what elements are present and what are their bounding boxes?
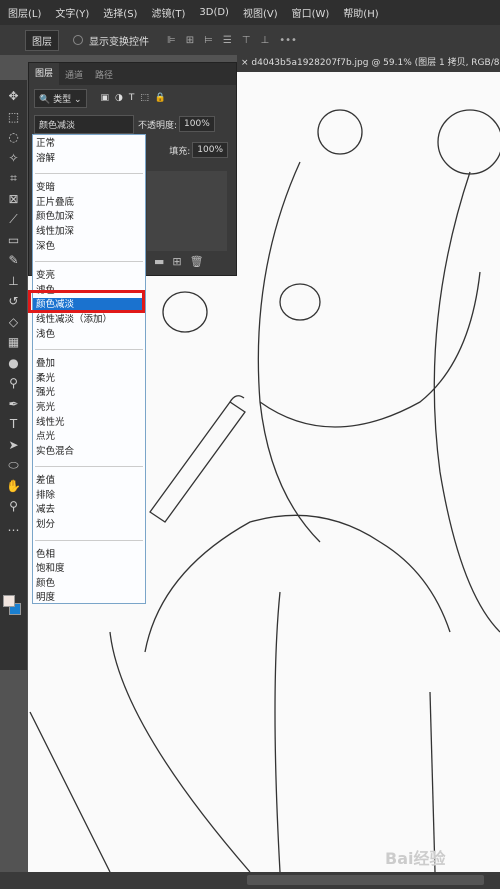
document-title: d4043b5a1928207f7b.jpg @ 59.1% (图层 1 拷贝,… bbox=[251, 58, 500, 68]
align-right-icon[interactable]: ⊨ bbox=[204, 35, 213, 46]
options-bar: 图层 显示变换控件 ⊫ ⊞ ⊨ ☰ ⊤ ⊥ ••• bbox=[0, 25, 500, 55]
blend-mode-dropdown[interactable]: 颜色减淡 bbox=[34, 114, 134, 134]
tools-panel: ✥ ⬚ ◌ ✧ ⌗ ⊠ ⟋ ▭ ✎ ⊥ ↺ ◇ ▦ ● ⚲ ✒ T ➤ ⬭ ✋ ⚲… bbox=[0, 80, 27, 670]
auto-select-dropdown[interactable]: 图层 bbox=[25, 29, 59, 51]
blend-mode-option[interactable]: 变暗 bbox=[33, 181, 145, 196]
blend-mode-option[interactable]: 亮光 bbox=[33, 401, 145, 416]
menu-item[interactable]: 窗口(W) bbox=[292, 5, 330, 20]
shape-tool-icon[interactable]: ⬭ bbox=[8, 455, 18, 476]
blend-mode-option[interactable]: 颜色加深 bbox=[33, 210, 145, 225]
filter-kind-value: 类型 bbox=[53, 94, 72, 105]
menu-item[interactable]: 3D(D) bbox=[199, 7, 229, 18]
document-tab[interactable]: × d4043b5a1928207f7b.jpg @ 59.1% (图层 1 拷… bbox=[237, 55, 500, 72]
menu-item[interactable]: 图层(L) bbox=[8, 5, 41, 20]
blend-mode-option[interactable]: 浅色 bbox=[33, 328, 145, 343]
blend-mode-option[interactable]: 划分 bbox=[33, 518, 145, 533]
foreground-color-swatch[interactable] bbox=[3, 595, 15, 607]
stamp-tool-icon[interactable]: ⊥ bbox=[8, 271, 18, 292]
blend-mode-option[interactable]: 线性加深 bbox=[33, 225, 145, 240]
menu-item[interactable]: 滤镜(T) bbox=[151, 5, 185, 20]
blend-mode-option[interactable]: 点光 bbox=[33, 430, 145, 445]
tab-paths[interactable]: 路径 bbox=[89, 68, 119, 81]
menu-item[interactable]: 视图(V) bbox=[243, 5, 278, 20]
opacity-input[interactable]: 100% bbox=[179, 116, 215, 132]
pen-tool-icon[interactable]: ✒ bbox=[8, 394, 18, 415]
blend-mode-option[interactable]: 排除 bbox=[33, 489, 145, 504]
menu-separator bbox=[35, 466, 143, 468]
blend-mode-option[interactable]: 强光 bbox=[33, 386, 145, 401]
blend-mode-option[interactable]: 颜色 bbox=[33, 577, 145, 592]
blend-mode-option[interactable]: 叠加 bbox=[33, 357, 145, 372]
blend-mode-option[interactable]: 柔光 bbox=[33, 372, 145, 387]
menu-bar: 图层(L) 文字(Y) 选择(S) 滤镜(T) 3D(D) 视图(V) 窗口(W) 帮助(H) bbox=[0, 0, 500, 25]
new-layer-icon[interactable]: ⊞ bbox=[172, 255, 189, 268]
eraser-tool-icon[interactable]: ◇ bbox=[9, 312, 18, 333]
blur-tool-icon[interactable]: ● bbox=[8, 353, 18, 374]
menu-separator bbox=[35, 539, 143, 541]
blend-mode-option[interactable]: 深色 bbox=[33, 240, 145, 255]
folder-icon[interactable]: ▬ bbox=[154, 255, 172, 268]
dodge-tool-icon[interactable]: ⚲ bbox=[9, 373, 18, 394]
fill-input[interactable]: 100% bbox=[192, 142, 228, 158]
crop-tool-icon[interactable]: ⌗ bbox=[10, 168, 17, 189]
blend-mode-menu: 正常 溶解 变暗 正片叠底 颜色加深 线性加深 深色 变亮 滤色 颜色减淡 线性减淡（添加） 浅色 叠加… bbox=[32, 134, 146, 604]
align-center-icon[interactable]: ⊞ bbox=[186, 35, 194, 46]
lasso-tool-icon[interactable]: ◌ bbox=[8, 127, 18, 148]
marquee-tool-icon[interactable]: ⬚ bbox=[8, 107, 19, 128]
eyedropper-icon[interactable]: ⟋ bbox=[9, 209, 17, 230]
tab-channels[interactable]: 通道 bbox=[59, 68, 89, 81]
align-top-icon[interactable]: ⊤ bbox=[242, 35, 251, 46]
tab-layers[interactable]: 图层 bbox=[29, 63, 60, 85]
show-transform-checkbox[interactable] bbox=[73, 35, 83, 45]
blend-mode-option[interactable]: 饱和度 bbox=[33, 562, 145, 577]
layer-actions[interactable]: ▬⊞🗑 bbox=[154, 255, 212, 268]
move-tool-icon[interactable]: ✥ bbox=[8, 86, 18, 107]
close-tab-icon[interactable]: × bbox=[241, 58, 251, 68]
blend-mode-option[interactable]: 减去 bbox=[33, 503, 145, 518]
gradient-tool-icon[interactable]: ▦ bbox=[8, 332, 19, 353]
frame-tool-icon[interactable]: ⊠ bbox=[8, 189, 18, 210]
align-left-icon[interactable]: ⊫ bbox=[167, 35, 176, 46]
more-tools-icon[interactable]: … bbox=[8, 517, 20, 538]
menu-separator bbox=[35, 349, 143, 351]
distribute-icon[interactable]: ☰ bbox=[223, 35, 232, 46]
blend-mode-option[interactable]: 溶解 bbox=[33, 152, 145, 167]
menu-item[interactable]: 文字(Y) bbox=[55, 5, 89, 20]
menu-separator bbox=[35, 173, 143, 175]
trash-icon[interactable]: 🗑 bbox=[190, 255, 212, 268]
opacity-label: 不透明度: bbox=[138, 120, 178, 131]
healing-brush-icon[interactable]: ▭ bbox=[8, 230, 19, 251]
blend-mode-option[interactable]: 实色混合 bbox=[33, 445, 145, 460]
menu-item[interactable]: 帮助(H) bbox=[343, 5, 378, 20]
filter-kind-dropdown[interactable]: 🔍 类型 ⌄ bbox=[34, 88, 87, 108]
zoom-tool-icon[interactable]: ⚲ bbox=[9, 496, 18, 517]
magic-wand-icon[interactable]: ✧ bbox=[8, 148, 18, 169]
type-tool-icon[interactable]: T bbox=[10, 414, 17, 435]
hand-tool-icon[interactable]: ✋ bbox=[6, 476, 21, 497]
align-icons: ⊫ ⊞ ⊨ ☰ ⊤ ⊥ ••• bbox=[167, 35, 297, 46]
show-transform-label: 显示变换控件 bbox=[89, 36, 149, 48]
blend-mode-option[interactable]: 明度 bbox=[33, 591, 145, 606]
fill-label: 填充: bbox=[169, 146, 191, 157]
blend-mode-option[interactable]: 差值 bbox=[33, 474, 145, 489]
horizontal-scrollbar[interactable] bbox=[247, 875, 484, 885]
brush-tool-icon[interactable]: ✎ bbox=[8, 250, 18, 271]
layer-list[interactable] bbox=[147, 171, 227, 251]
menu-separator bbox=[35, 261, 143, 263]
history-brush-icon[interactable]: ↺ bbox=[8, 291, 18, 312]
menu-item[interactable]: 选择(S) bbox=[103, 5, 137, 20]
blend-mode-option[interactable]: 色相 bbox=[33, 548, 145, 563]
more-icon[interactable]: ••• bbox=[279, 35, 297, 46]
filter-icons[interactable]: ▣◑T⬚🔒 bbox=[101, 93, 173, 103]
blend-mode-option[interactable]: 线性光 bbox=[33, 416, 145, 431]
blend-mode-option[interactable]: 变亮 bbox=[33, 269, 145, 284]
watermark: Bai经验 bbox=[385, 849, 446, 868]
path-select-icon[interactable]: ➤ bbox=[8, 435, 18, 456]
blend-mode-option[interactable]: 线性减淡（添加） bbox=[33, 313, 145, 328]
align-middle-icon[interactable]: ⊥ bbox=[261, 35, 270, 46]
blend-mode-option[interactable]: 正常 bbox=[33, 137, 145, 152]
blend-mode-option[interactable]: 正片叠底 bbox=[33, 196, 145, 211]
highlight-annotation-box bbox=[28, 290, 145, 313]
